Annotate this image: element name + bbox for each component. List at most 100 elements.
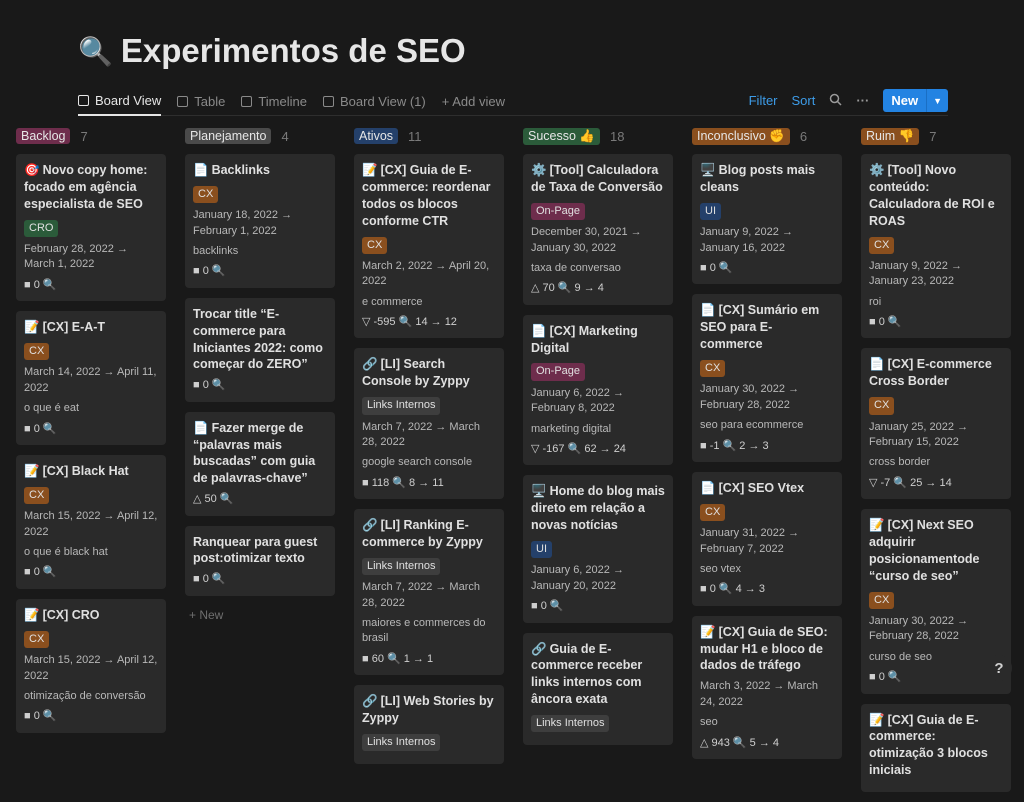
board-card[interactable]: 🖥️Home do blog mais direto em relação a …: [523, 475, 673, 622]
card-date: March 7, 2022 → March 28, 2022: [362, 580, 496, 611]
board-card[interactable]: 📝[CX] E-A-TCXMarch 14, 2022 → April 11, …: [16, 311, 166, 445]
search-icon[interactable]: [829, 93, 842, 109]
page-icon: 📄: [700, 303, 716, 317]
page-icon: 🔗: [362, 518, 378, 532]
view-icon: [177, 96, 188, 107]
column-header[interactable]: Backlog7: [16, 126, 166, 146]
card-title: 📄[CX] SEO Vtex: [700, 480, 834, 497]
card-keyword: o que é eat: [24, 401, 158, 416]
board-card[interactable]: 🖥️Blog posts mais cleansUIJanuary 9, 202…: [692, 154, 842, 284]
column-header[interactable]: Sucesso 👍18: [523, 126, 673, 146]
card-date: January 9, 2022 → January 23, 2022: [869, 259, 1003, 290]
board-card[interactable]: Ranquear para guest post:otimizar texto■…: [185, 526, 335, 596]
board-card[interactable]: 🔗[LI] Web Stories by ZyppyLinks Internos: [354, 685, 504, 764]
page-icon: 🔗: [362, 694, 378, 708]
board-card[interactable]: 📄[CX] SEO VtexCXJanuary 31, 2022 → Febru…: [692, 472, 842, 606]
new-button-label[interactable]: New: [883, 89, 926, 112]
board-card[interactable]: 📝[CX] Guia de E-commerce: reordenar todo…: [354, 154, 504, 338]
tab-4[interactable]: + Add view: [442, 86, 505, 116]
column-count: 4: [281, 129, 288, 144]
card-tag: On-Page: [531, 203, 585, 220]
card-metrics: ■ 0 🔍: [24, 422, 158, 437]
column-header[interactable]: Inconclusivo ✊6: [692, 126, 842, 146]
card-tag: UI: [700, 203, 721, 220]
chevron-down-icon[interactable]: ▼: [926, 89, 948, 112]
column-count: 6: [800, 129, 807, 144]
card-metrics: ■ 0 🔍: [24, 278, 158, 293]
column-header[interactable]: Ativos11: [354, 126, 504, 146]
card-metrics: ▽ -595 🔍 14 → 12: [362, 315, 496, 330]
card-tag: CX: [24, 631, 49, 648]
board-card[interactable]: 🔗[LI] Ranking E-commerce by ZyppyLinks I…: [354, 509, 504, 675]
board-card[interactable]: 📝[CX] CRO CX March 15, 2022 → April 12, 20…: [16, 599, 166, 733]
board-card[interactable]: 📄[CX] Marketing DigitalOn-PageJanuary 6,…: [523, 315, 673, 466]
toolbar: Filter Sort ··· New ▼: [749, 89, 948, 112]
board-card[interactable]: 🔗Guia de E-commerce receber links intern…: [523, 633, 673, 746]
board-card[interactable]: 📄BacklinksCXJanuary 18, 2022 → February …: [185, 154, 335, 288]
view-icon: [241, 96, 252, 107]
card-date: January 6, 2022 → January 20, 2022: [531, 563, 665, 594]
card-title: 📝[CX] Black Hat: [24, 463, 158, 480]
card-title-text: Fazer merge de “palavras mais buscadas” …: [193, 421, 315, 486]
column-header[interactable]: Ruim 👎7: [861, 126, 1011, 146]
card-title: 📄[CX] Marketing Digital: [531, 323, 665, 357]
tab-3[interactable]: Board View (1): [323, 86, 426, 116]
board-card[interactable]: Trocar title “E-commerce para Iniciantes…: [185, 298, 335, 402]
board-card[interactable]: 📄Fazer merge de “palavras mais buscadas”…: [185, 412, 335, 516]
card-title: 🔗[LI] Search Console by Zyppy: [362, 356, 496, 390]
board-card[interactable]: 📄[CX] E-commerce Cross BorderCXJanuary 2…: [861, 348, 1011, 499]
board-card[interactable]: 📝[CX] Guia de SEO: mudar H1 e bloco de d…: [692, 616, 842, 759]
filter-button[interactable]: Filter: [749, 93, 778, 108]
board-card[interactable]: 🎯Novo copy home: focado em agência espec…: [16, 154, 166, 301]
card-title-text: [CX] SEO Vtex: [719, 481, 804, 495]
card-date: February 28, 2022 → March 1, 2022: [24, 242, 158, 273]
tab-1[interactable]: Table: [177, 86, 225, 116]
card-metrics: △ 70 🔍 9 → 4: [531, 281, 665, 296]
board-card[interactable]: 📝[CX] Guia de E-commerce: otimização 3 b…: [861, 704, 1011, 793]
card-tag: CX: [700, 360, 725, 377]
board-card[interactable]: ⚙️[Tool] Novo conteúdo: Calculadora de R…: [861, 154, 1011, 338]
more-options-icon[interactable]: ···: [856, 93, 869, 108]
card-metrics: ■ 0 🔍: [531, 599, 665, 614]
page-title: 🔍 Experimentos de SEO: [78, 32, 466, 70]
column-count: 7: [80, 129, 87, 144]
sort-button[interactable]: Sort: [792, 93, 816, 108]
column-header[interactable]: Planejamento4: [185, 126, 335, 146]
help-button[interactable]: ?: [986, 655, 1012, 681]
board-card[interactable]: 📄[CX] Sumário em SEO para E-commerce CX Ja…: [692, 294, 842, 462]
tab-2[interactable]: Timeline: [241, 86, 307, 116]
tab-0[interactable]: Board View: [78, 86, 161, 116]
add-card-button[interactable]: + New: [185, 606, 335, 624]
board-card[interactable]: 🔗[LI] Search Console by ZyppyLinks Inter…: [354, 348, 504, 499]
card-title: 📝[CX] CRO: [24, 607, 158, 624]
card-date: March 15, 2022 → April 12, 2022: [24, 653, 158, 684]
card-tag: CX: [869, 592, 894, 609]
card-date: March 3, 2022 → March 24, 2022: [700, 679, 834, 710]
card-title: 📄[CX] E-commerce Cross Border: [869, 356, 1003, 390]
card-title-text: [CX] Black Hat: [43, 464, 129, 478]
card-metrics: ■ 0 🔍: [193, 378, 327, 393]
card-keyword: e commerce: [362, 295, 496, 310]
tab-label: Table: [194, 94, 225, 109]
card-date: January 18, 2022 → February 1, 2022: [193, 208, 327, 239]
page-icon: 🔗: [531, 642, 547, 656]
card-title-text: [Tool] Calculadora de Taxa de Conversão: [531, 163, 663, 194]
page-icon: 🖥️: [700, 163, 716, 177]
board-card[interactable]: 📝[CX] Black HatCXMarch 15, 2022 → April …: [16, 455, 166, 589]
card-date: March 15, 2022 → April 12, 2022: [24, 509, 158, 540]
card-title: 📄[CX] Sumário em SEO para E-commerce: [700, 302, 834, 353]
card-title: 📝[CX] Guia de E-commerce: reordenar todo…: [362, 162, 496, 230]
card-tag: On-Page: [531, 363, 585, 380]
page-icon: 📝: [362, 163, 378, 177]
page-icon: 🔗: [362, 357, 378, 371]
card-metrics: △ 943 🔍 5 → 4: [700, 736, 834, 751]
card-date: January 30, 2022 → February 28, 2022: [700, 382, 834, 413]
card-keyword: curso de seo: [869, 650, 1003, 665]
board-card[interactable]: ⚙️[Tool] Calculadora de Taxa de Conversã…: [523, 154, 673, 305]
card-metrics: ■ 0 🔍: [24, 565, 158, 580]
card-title: 📄Fazer merge de “palavras mais buscadas”…: [193, 420, 327, 488]
new-button[interactable]: New ▼: [883, 89, 948, 112]
card-title-text: Ranquear para guest post:otimizar texto: [193, 535, 317, 566]
page-icon: 📝: [24, 608, 40, 622]
card-metrics: △ 50 🔍: [193, 492, 327, 507]
